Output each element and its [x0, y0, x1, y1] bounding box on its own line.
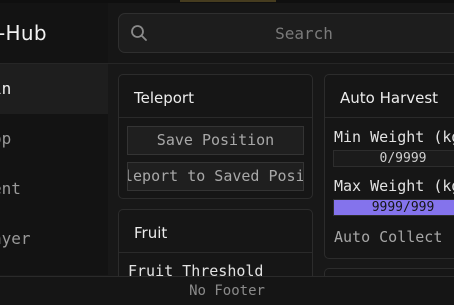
sidebar-item-label: op — [0, 129, 12, 148]
teleport-card-title: Teleport — [134, 89, 194, 107]
search-box[interactable] — [118, 13, 454, 53]
footer-text: No Footer — [189, 283, 265, 299]
brand-header: -Hub — [0, 3, 108, 64]
save-position-button[interactable]: Save Position — [127, 126, 304, 155]
min-weight-slider[interactable]: 0/9999 — [333, 150, 454, 167]
sidebar-item-label: in — [0, 79, 12, 98]
max-weight-label: Max Weight (kg — [334, 177, 454, 195]
min-weight-value: 0/9999 — [379, 151, 427, 166]
sidebar-item-label: ayer — [0, 229, 31, 248]
fruit-card-title: Fruit — [134, 224, 168, 242]
sidebar-item-label: ent — [0, 179, 21, 198]
card-divider — [325, 117, 454, 118]
sidebar-item-shop[interactable]: op — [0, 114, 108, 164]
min-weight-label: Min Weight (kg — [334, 128, 454, 146]
max-weight-slider[interactable]: 9999/999 — [333, 199, 454, 216]
search-input[interactable] — [159, 14, 449, 52]
fruit-card: Fruit Fruit Threshold — [118, 209, 313, 276]
auto-harvest-card-title: Auto Harvest — [340, 89, 439, 107]
card-divider — [119, 252, 312, 253]
teleport-button-label: leport to Saved Positi — [127, 167, 304, 185]
window-top-accent — [180, 0, 276, 2]
teleport-to-saved-position-button[interactable]: leport to Saved Positi — [127, 162, 304, 191]
footer: No Footer — [0, 276, 454, 305]
sidebar-item-main[interactable]: in — [0, 64, 108, 114]
search-icon — [130, 24, 148, 42]
auto-harvest-card: Auto Harvest Min Weight (kg 0/9999 Max W… — [324, 74, 454, 259]
main-content: Teleport Save Position leport to Saved P… — [108, 64, 454, 276]
sidebar-item-player[interactable]: ayer — [0, 214, 108, 264]
header — [108, 3, 454, 64]
sidebar-item-event[interactable]: ent — [0, 164, 108, 214]
teleport-card: Teleport Save Position leport to Saved P… — [118, 74, 313, 199]
sidebar: -Hub in op ent ayer — [0, 3, 109, 275]
fruit-threshold-label: Fruit Threshold — [128, 262, 264, 276]
app-title: -Hub — [0, 21, 47, 45]
max-weight-value: 9999/999 — [371, 200, 435, 215]
next-card — [324, 268, 454, 276]
auto-collect-toggle-label[interactable]: Auto Collect — [334, 228, 442, 246]
app-window: -Hub in op ent ayer Tel — [0, 0, 454, 305]
card-divider — [119, 117, 312, 118]
